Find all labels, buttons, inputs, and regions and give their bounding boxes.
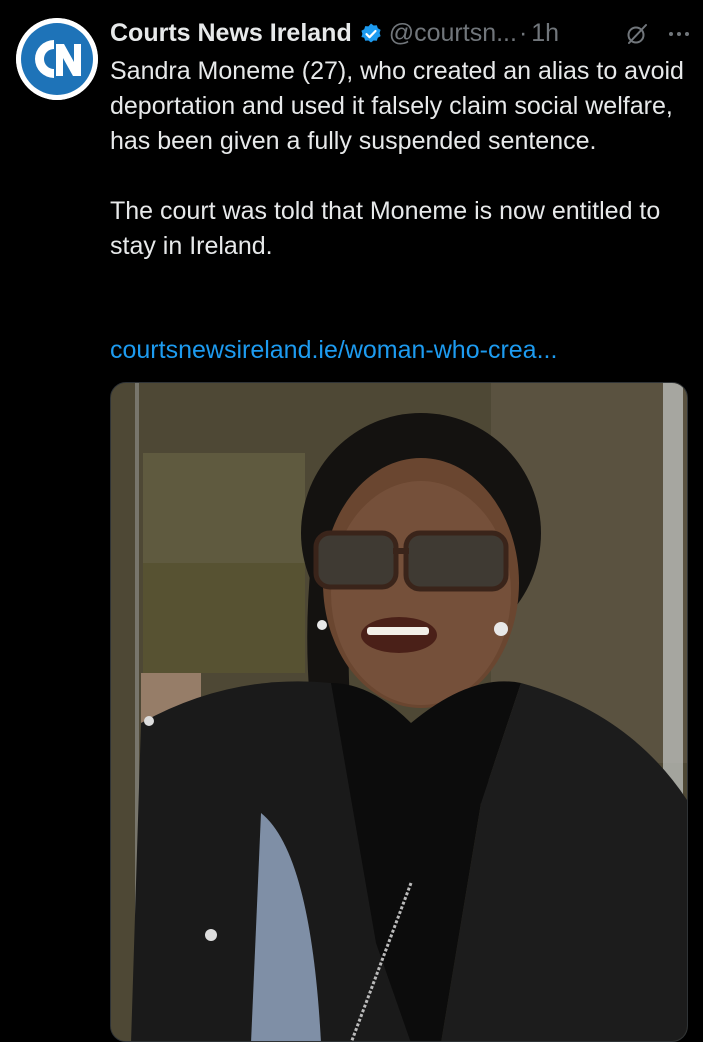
photo-of-woman-outside-court xyxy=(111,383,687,1041)
timestamp[interactable]: 1h xyxy=(531,16,559,50)
tweet-paragraph-2: The court was told that Moneme is now en… xyxy=(110,197,661,260)
verified-badge-icon[interactable] xyxy=(359,21,383,45)
tweet-paragraph-1: Sandra Moneme (27), who created an alias… xyxy=(110,57,684,155)
tweet-header: Courts News Ireland @courtsn... · 1h xyxy=(110,16,691,50)
tweet-text: Sandra Moneme (27), who created an alias… xyxy=(110,54,695,264)
display-name[interactable]: Courts News Ireland xyxy=(110,16,352,50)
article-link[interactable]: courtsnewsireland.ie/woman-who-crea... xyxy=(110,333,557,368)
grok-icon[interactable] xyxy=(625,21,649,45)
separator: · xyxy=(518,19,528,47)
courts-news-ireland-logo xyxy=(16,18,98,100)
more-options-icon[interactable] xyxy=(667,21,691,45)
avatar[interactable] xyxy=(16,18,98,100)
handle[interactable]: @courtsn... xyxy=(389,16,517,50)
tweet-photo[interactable] xyxy=(110,382,688,1042)
header-actions xyxy=(625,21,691,45)
